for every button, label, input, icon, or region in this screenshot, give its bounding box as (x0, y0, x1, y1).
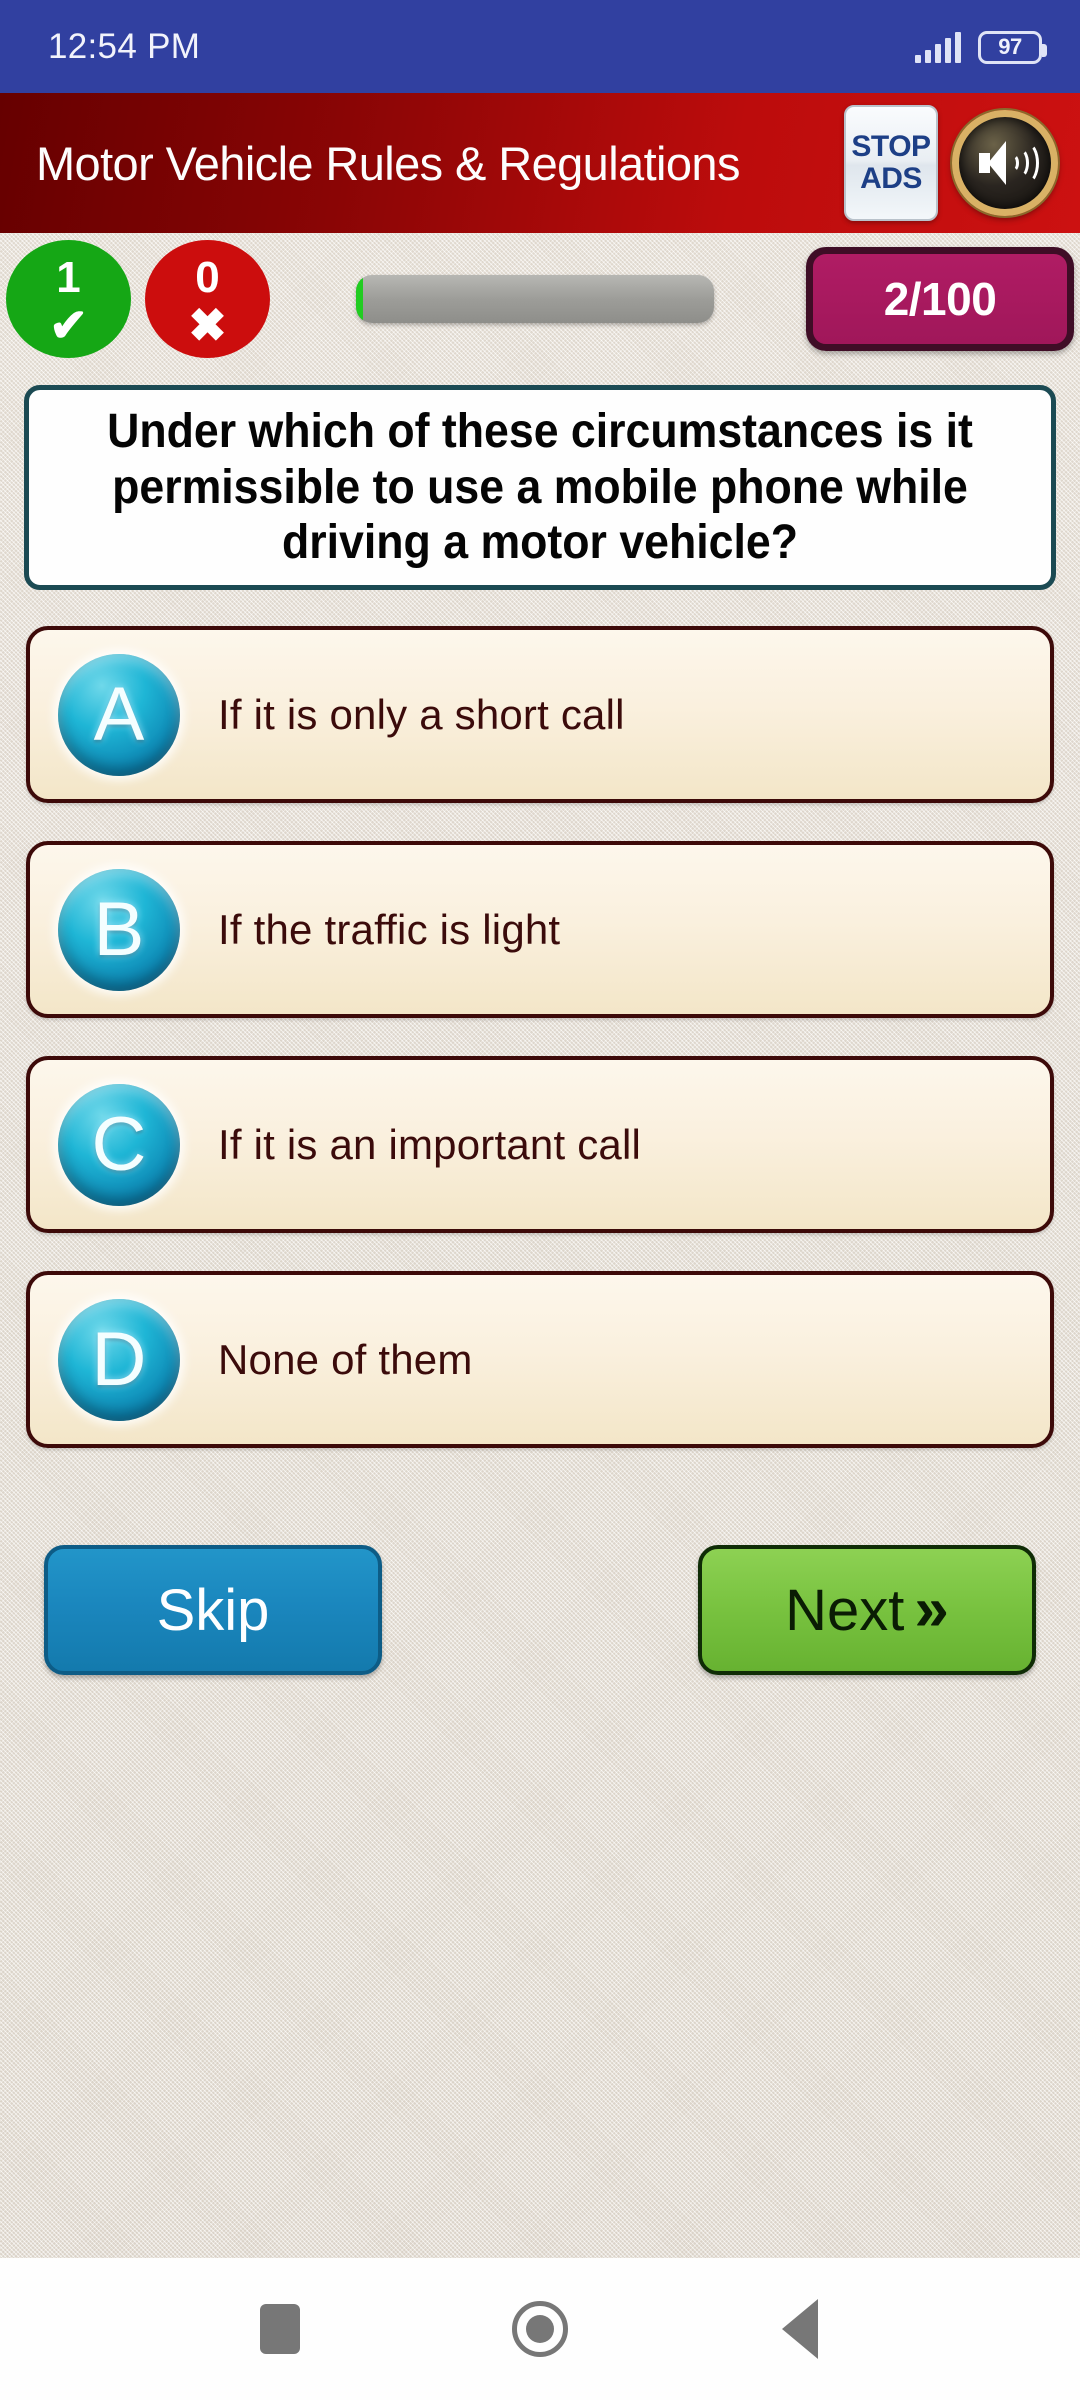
stop-ads-label-line1: STOP (851, 130, 931, 164)
nav-home-button[interactable] (410, 2258, 670, 2400)
option-letter-badge-a: A (58, 653, 180, 776)
question-text: Under which of these circumstances is it… (107, 404, 973, 570)
question-counter-badge: 2/100 (806, 247, 1074, 351)
status-bar: 12:54 PM 97 (0, 0, 1080, 93)
battery-level-label: 97 (998, 34, 1022, 59)
answer-option-b[interactable]: B If the traffic is light (26, 841, 1054, 1018)
action-buttons-row: Skip Next » (0, 1542, 1080, 1678)
option-text-d: None of them (218, 1335, 473, 1383)
answer-option-a[interactable]: A If it is only a short call (26, 626, 1054, 803)
app-screen: 12:54 PM 97 Motor Vehicle Rules & Regula… (0, 0, 1080, 2400)
option-text-c: If it is an important call (218, 1120, 642, 1168)
option-text-b: If the traffic is light (218, 905, 561, 953)
wrong-answers-badge: 0 ✖ (145, 240, 270, 358)
option-letter-d: D (91, 1316, 147, 1402)
circle-home-icon (512, 2301, 568, 2357)
wrong-answers-count: 0 (195, 253, 220, 302)
android-nav-bar (0, 2258, 1080, 2400)
status-bar-clock: 12:54 PM (48, 26, 201, 66)
skip-button[interactable]: Skip (44, 1545, 382, 1675)
option-text-a: If it is only a short call (218, 690, 625, 738)
battery-icon: 97 (978, 30, 1047, 64)
answer-option-d[interactable]: D None of them (26, 1271, 1054, 1448)
next-button-label: Next (785, 1577, 905, 1643)
nav-back-button[interactable] (670, 2258, 930, 2400)
quiz-progress-fill (356, 275, 364, 323)
stop-ads-label-line2: ADS (860, 162, 922, 195)
cross-icon: ✖ (188, 299, 227, 351)
option-letter-c: C (91, 1101, 147, 1187)
next-button[interactable]: Next » (698, 1545, 1036, 1675)
triangle-back-icon (782, 2299, 818, 2359)
option-letter-badge-b: B (58, 868, 180, 991)
option-letter-a: A (93, 671, 145, 757)
speaker-on-icon (977, 139, 1039, 187)
question-counter-label: 2/100 (883, 273, 997, 325)
answer-options-list: A If it is only a short call B If the tr… (26, 626, 1054, 1486)
quiz-progress-bar (356, 275, 714, 323)
nav-recents-button[interactable] (150, 2258, 410, 2400)
status-bar-indicators: 97 (915, 30, 1047, 64)
check-icon: ✔ (49, 299, 88, 351)
correct-answers-count: 1 (56, 253, 81, 302)
stop-ads-button[interactable]: STOP ADS (844, 105, 938, 221)
correct-answers-badge: 1 ✔ (6, 240, 131, 358)
app-title: Motor Vehicle Rules & Regulations (36, 136, 740, 190)
sound-toggle-button[interactable] (952, 110, 1058, 216)
app-header: Motor Vehicle Rules & Regulations STOP A… (0, 93, 1080, 233)
option-letter-badge-d: D (58, 1298, 180, 1421)
double-chevron-right-icon: » (914, 1575, 949, 1644)
score-row: 1 ✔ 0 ✖ 2/100 (0, 240, 1080, 358)
skip-button-label: Skip (156, 1577, 270, 1643)
question-box: Under which of these circumstances is it… (24, 385, 1056, 590)
answer-option-c[interactable]: C If it is an important call (26, 1056, 1054, 1233)
option-letter-badge-c: C (58, 1083, 180, 1206)
option-letter-b: B (93, 886, 145, 972)
square-recents-icon (260, 2304, 300, 2354)
signal-bars-icon (915, 31, 961, 63)
